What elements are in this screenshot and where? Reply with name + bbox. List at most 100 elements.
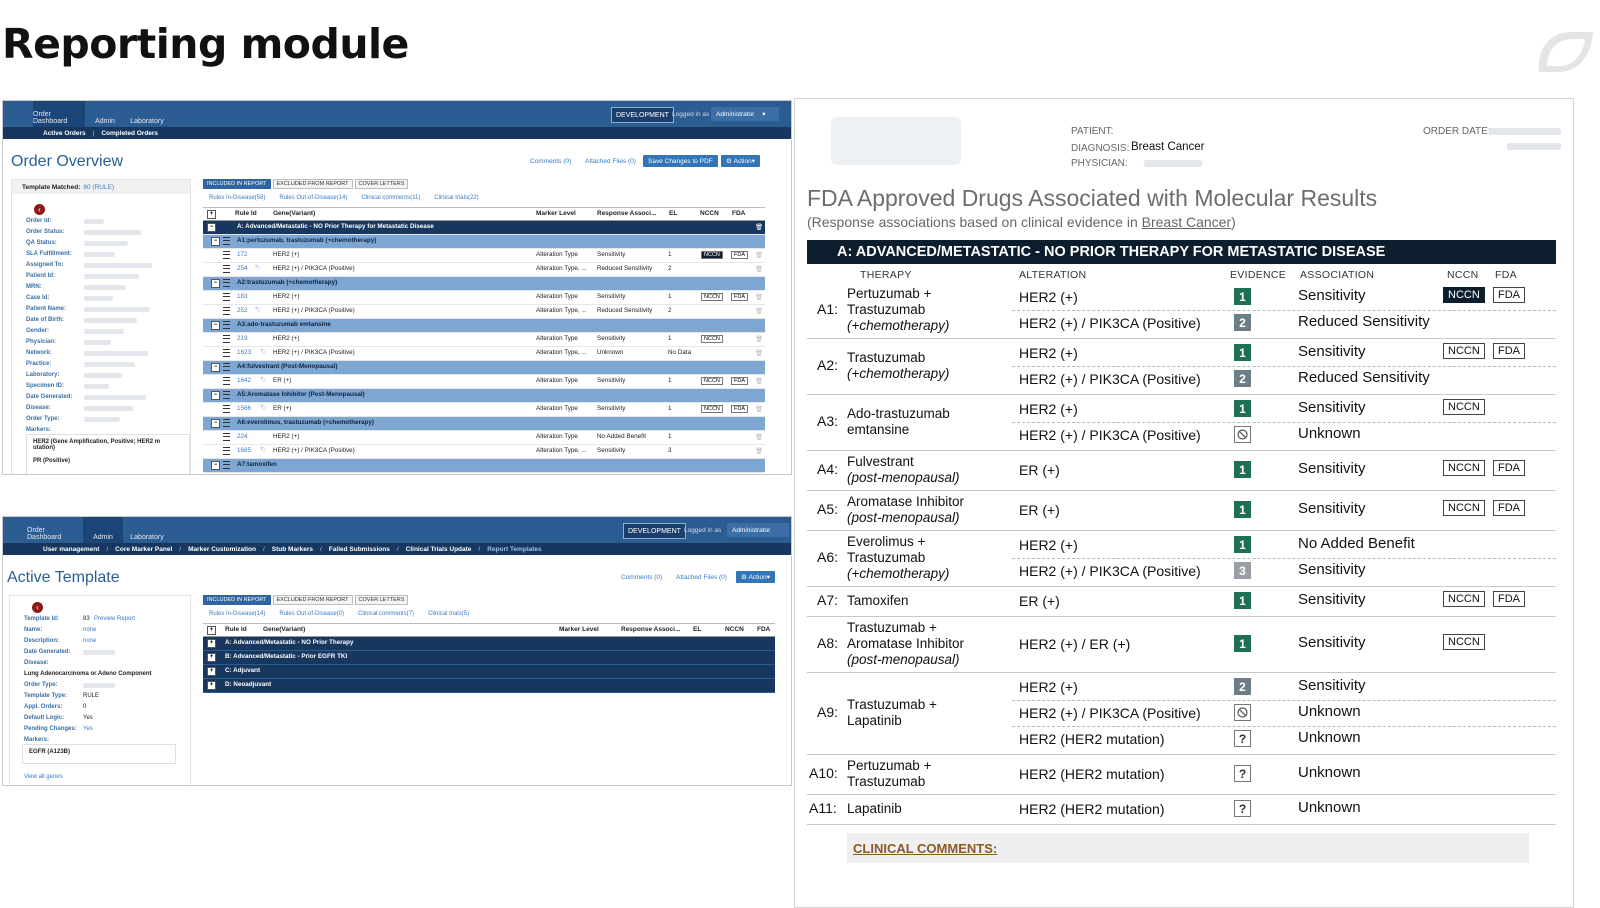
grid-group-row[interactable]: − A2:trastuzumab (+chemotherapy) [203, 277, 765, 291]
nav-order-dashboard[interactable]: Order Dashboard [33, 101, 85, 127]
tab-included[interactable]: INCLUDED IN REPORT [203, 179, 271, 189]
table-row[interactable]: 1566 🏷 ER (+) Alteration Type Sensitivity 1 NC… [203, 403, 765, 417]
collapse-icon[interactable]: − [211, 237, 220, 246]
rule-id-link[interactable]: 1685 [237, 447, 251, 454]
rule-id-link[interactable]: 1566 [237, 405, 251, 412]
trash-icon[interactable]: 🗑 [755, 251, 763, 259]
collapse-icon[interactable]: − [211, 363, 220, 372]
trash-icon[interactable]: 🗑 [755, 349, 763, 357]
col-gene-variant[interactable]: Gene(Variant) [263, 626, 305, 633]
tab-included[interactable]: INCLUDED IN REPORT [203, 595, 271, 605]
tab-excluded[interactable]: EXCLUDED FROM REPORT [272, 179, 353, 189]
nccn-badge[interactable]: NCCN [701, 377, 723, 385]
drag-handle-icon[interactable] [223, 307, 230, 315]
tab-cover-letters[interactable]: COVER LETTERS [354, 595, 409, 605]
rule-id-link[interactable]: 172 [237, 251, 248, 258]
drag-handle-icon[interactable] [223, 279, 230, 287]
trash-icon[interactable]: 🗑 [755, 265, 763, 273]
nccn-badge[interactable]: NCCN [701, 405, 723, 413]
preview-report-link[interactable]: Preview Report [94, 616, 135, 622]
trash-icon[interactable]: 🗑 [755, 223, 763, 231]
trash-icon[interactable]: 🗑 [755, 433, 763, 441]
trash-icon[interactable]: 🗑 [755, 293, 763, 301]
rule-id-link[interactable]: 1623 [237, 349, 251, 356]
rules-in-disease-link[interactable]: Rules In-Disease(58) [209, 195, 265, 201]
rule-id-link[interactable]: 224 [237, 433, 248, 440]
table-row[interactable]: 224 HER2 (+) Alteration Type No Added Benef… [203, 431, 765, 445]
col-rule-id[interactable]: Rule Id [225, 626, 247, 633]
drag-handle-icon[interactable] [223, 335, 230, 343]
nav-laboratory[interactable]: Laboratory [125, 517, 169, 543]
rule-id-link[interactable]: 1642 [237, 377, 251, 384]
rule-id-link[interactable]: 219 [237, 335, 248, 342]
nccn-badge[interactable]: NCCN [701, 293, 723, 301]
subnav-item[interactable]: Failed Submissions [329, 546, 390, 553]
rule-id-link[interactable]: 252 [237, 307, 248, 314]
nav-admin[interactable]: Admin [87, 101, 123, 127]
drag-handle-icon[interactable] [223, 377, 230, 385]
col-nccn[interactable]: NCCN [725, 626, 744, 633]
nccn-badge[interactable]: NCCN [701, 251, 723, 259]
save-to-pdf-button[interactable]: Save Changes to PDF [643, 155, 718, 167]
collapse-icon[interactable]: − [211, 461, 220, 470]
col-fda[interactable]: FDA [732, 210, 745, 217]
subnav-item[interactable]: Core Marker Panel [115, 546, 172, 553]
nav-laboratory[interactable]: Laboratory [125, 101, 169, 127]
trash-icon[interactable]: 🗑 [755, 307, 763, 315]
fda-badge[interactable]: FDA [731, 251, 748, 259]
table-row[interactable]: 219 HER2 (+) Alteration Type Sensitivity 1 NC… [203, 333, 765, 347]
grid-group-row[interactable]: − A3:ado-trastuzumab emtansine [203, 319, 765, 333]
drag-handle-icon[interactable] [223, 461, 230, 469]
grid-section-row[interactable]: + D: Neoadjuvant [203, 679, 775, 693]
col-fda[interactable]: FDA [757, 626, 770, 633]
subnav-item[interactable]: Stub Markers [272, 546, 313, 553]
col-marker-level[interactable]: Marker Level [559, 626, 599, 633]
attached-files-link[interactable]: Attached Files (0) [676, 574, 727, 581]
drag-handle-icon[interactable] [223, 321, 230, 329]
rule-id-link[interactable]: 254 [237, 265, 248, 272]
table-row[interactable]: 1623 🏷 HER2 (+) / PIK3CA (Positive) Alterat… [203, 347, 765, 361]
subtitle-disease-link[interactable]: Breast Cancer [1142, 214, 1231, 230]
grid-section-row[interactable]: − A: Advanced/Metastatic - NO Prior Ther… [203, 221, 765, 235]
table-row[interactable]: 1642 🏷 ER (+) Alteration Type Sensitivity 1 NC… [203, 375, 765, 389]
drag-handle-icon[interactable] [223, 363, 230, 371]
user-menu[interactable]: Administrator ▾ [711, 107, 779, 121]
grid-group-row[interactable]: − A1:pertuzumab, trastuzumab (+chemothera… [203, 235, 765, 249]
fda-badge[interactable]: FDA [731, 293, 748, 301]
table-row[interactable]: 1646🏷ER (+)Alteration TypeSensitivity1NC… [203, 473, 765, 474]
tab-excluded[interactable]: EXCLUDED FROM REPORT [272, 595, 353, 605]
table-row[interactable]: 172 HER2 (+) Alteration Type Sensitivity 1 NC… [203, 249, 765, 263]
drag-handle-icon[interactable] [223, 433, 230, 441]
drag-handle-icon[interactable] [223, 447, 230, 455]
attached-files-link[interactable]: Attached Files (0) [585, 158, 636, 165]
subnav-completed-orders[interactable]: Completed Orders [101, 130, 158, 137]
expand-all-icon[interactable]: + [207, 626, 216, 635]
back-icon[interactable]: ‹ [32, 602, 43, 613]
expand-icon[interactable]: + [207, 681, 216, 690]
drag-handle-icon[interactable] [223, 251, 230, 259]
drag-handle-icon[interactable] [223, 405, 230, 413]
table-row[interactable]: 254 🏷 HER2 (+) / PIK3CA (Positive) Alterati… [203, 263, 765, 277]
expand-all-icon[interactable]: + [207, 210, 216, 219]
view-all-genes-link[interactable]: View all genes [24, 774, 63, 780]
clinical-comments-link[interactable]: Clinical comments(11) [361, 195, 420, 201]
trash-icon[interactable]: 🗑 [755, 335, 763, 343]
collapse-icon[interactable]: − [211, 321, 220, 330]
grid-group-row[interactable]: − A4:fulvestrant (Post-Menopausal) [203, 361, 765, 375]
trash-icon[interactable]: 🗑 [755, 405, 763, 413]
rule-id-link[interactable]: 183 [237, 293, 248, 300]
fda-badge[interactable]: FDA [731, 377, 748, 385]
comments-link[interactable]: Comments (0) [530, 158, 571, 165]
drag-handle-icon[interactable] [223, 419, 230, 427]
template-matched-value[interactable]: 80 (RULE) [83, 184, 114, 191]
col-rule-id[interactable]: Rule Id [235, 210, 257, 217]
action-menu-button[interactable]: ⚙ Action ▾ [721, 155, 760, 167]
table-row[interactable]: 183 HER2 (+) Alteration Type Sensitivity 1 NC… [203, 291, 765, 305]
action-menu-button[interactable]: ⚙ Action ▾ [736, 571, 775, 583]
clinical-comments-link[interactable]: Clinical comments(7) [358, 611, 414, 617]
col-response[interactable]: Response Associ... [597, 210, 656, 217]
expand-icon[interactable]: + [207, 667, 216, 676]
subnav-active-orders[interactable]: Active Orders [43, 130, 86, 137]
grid-group-row[interactable]: − A6:everolimus, trastuzumab (+chemothera… [203, 417, 765, 431]
fda-badge[interactable]: FDA [731, 405, 748, 413]
